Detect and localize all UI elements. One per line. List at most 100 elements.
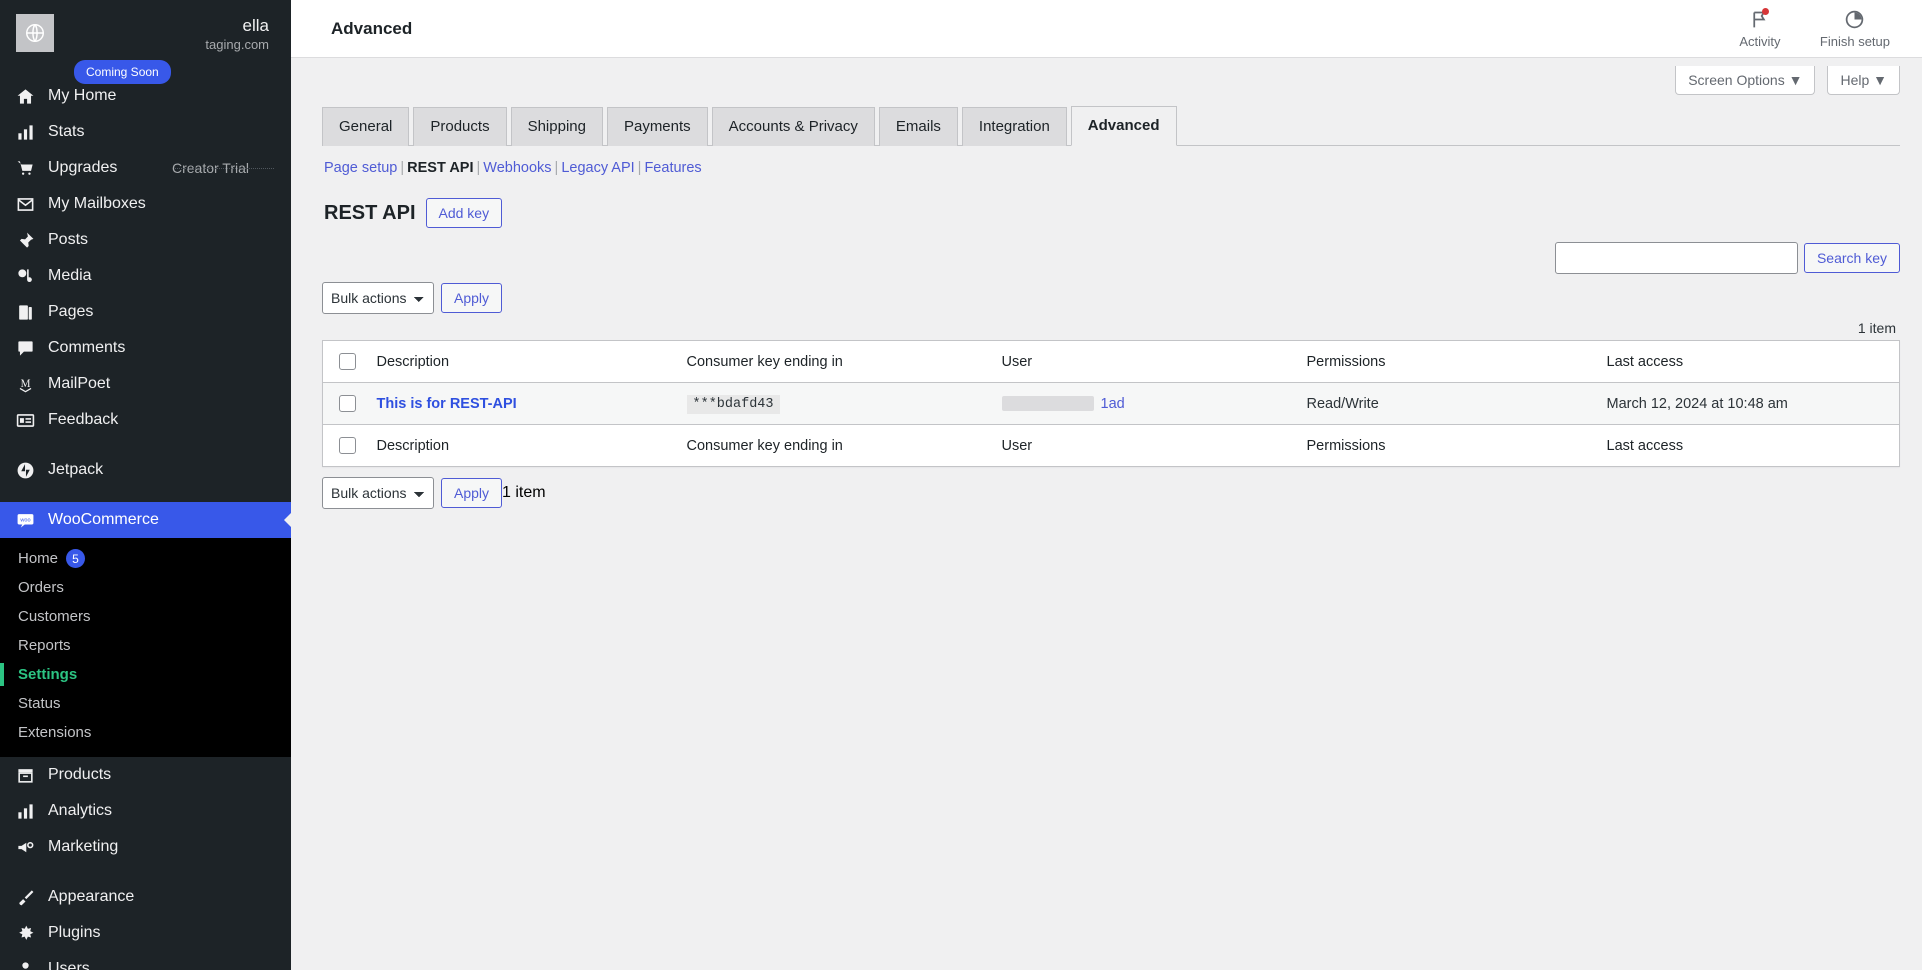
sidebar-item-label: Stats (48, 123, 277, 141)
sidebar-item-label: Feedback (48, 411, 277, 429)
submenu-label: Reports (18, 637, 71, 654)
main-area: Advanced Activity (291, 0, 1922, 970)
sidebar-item-my-mailboxes[interactable]: My Mailboxes (0, 186, 291, 222)
sidebar-item-label: Products (48, 766, 277, 784)
submenu-label: Extensions (18, 724, 91, 741)
subnav-separator: | (397, 160, 407, 176)
sidebar-item-products[interactable]: Products (0, 757, 291, 793)
sidebar-item-appearance[interactable]: Appearance (0, 879, 291, 915)
submenu-label: Orders (18, 579, 64, 596)
user-link[interactable]: 1ad (1101, 396, 1125, 412)
sidebar-item-plugins[interactable]: Plugins (0, 915, 291, 951)
subnav-separator: | (635, 160, 645, 176)
column-description[interactable]: Description (367, 341, 677, 383)
redacted-username (1002, 396, 1094, 411)
rest-api-keys-table: Description Consumer key ending in User … (322, 340, 1900, 467)
sidebar-item-label: My Mailboxes (48, 195, 277, 213)
subnav-separator: | (474, 160, 484, 176)
activity-button[interactable]: Activity (1730, 9, 1790, 49)
svg-text:M: M (20, 377, 30, 389)
submenu-item-reports[interactable]: Reports (0, 631, 291, 660)
key-description-link[interactable]: This is for REST-API (377, 396, 517, 412)
sidebar-item-upgrades[interactable]: Upgrades Creator Trial (0, 150, 291, 186)
tablenav-top: Bulk actions Revoke Apply (322, 274, 1900, 314)
sidebar-item-marketing[interactable]: Marketing (0, 829, 291, 865)
globe-icon (16, 14, 54, 52)
search-row: Search key (322, 228, 1900, 274)
search-key-button[interactable]: Search key (1804, 243, 1900, 273)
tab-integration[interactable]: Integration (962, 107, 1067, 146)
sidebar-item-analytics[interactable]: Analytics (0, 793, 291, 829)
row-select-cell (323, 383, 367, 425)
subnav-item-features[interactable]: Features (644, 160, 701, 176)
submenu-item-settings[interactable]: Settings (0, 660, 291, 689)
bulk-actions-select-top[interactable]: Bulk actions Revoke (322, 282, 434, 314)
sidebar-item-label: Jetpack (48, 461, 277, 479)
tab-payments[interactable]: Payments (607, 107, 708, 146)
page-title: Advanced (331, 19, 412, 39)
help-button[interactable]: Help ▼ (1827, 66, 1900, 95)
finish-setup-button[interactable]: Finish setup (1820, 9, 1890, 49)
screen-options-row: Screen Options ▼ Help ▼ (291, 58, 1922, 95)
sidebar-item-label: Upgrades (48, 159, 160, 177)
search-input[interactable] (1555, 242, 1798, 274)
tab-emails[interactable]: Emails (879, 107, 958, 146)
bulk-actions-select-bottom[interactable]: Bulk actions Revoke (322, 477, 434, 509)
subnav-item-page-setup[interactable]: Page setup (324, 160, 397, 176)
sidebar-item-pages[interactable]: Pages (0, 294, 291, 330)
section-title: REST API (324, 202, 416, 225)
tab-general[interactable]: General (322, 107, 409, 146)
sidebar-item-media[interactable]: Media (0, 258, 291, 294)
menu-separator (0, 438, 291, 452)
submenu-item-orders[interactable]: Orders (0, 573, 291, 602)
tab-accounts-privacy[interactable]: Accounts & Privacy (712, 107, 875, 146)
footer-column-description[interactable]: Description (367, 425, 677, 467)
submenu-item-customers[interactable]: Customers (0, 602, 291, 631)
sidebar-item-posts[interactable]: Posts (0, 222, 291, 258)
submenu-item-status[interactable]: Status (0, 689, 291, 718)
pages-icon (14, 303, 36, 322)
sidebar-item-comments[interactable]: Comments (0, 330, 291, 366)
apply-button-bottom[interactable]: Apply (441, 478, 502, 508)
megaphone-icon (14, 838, 36, 857)
subnav-item-rest-api[interactable]: REST API (407, 160, 473, 176)
sidebar-item-jetpack[interactable]: Jetpack (0, 452, 291, 488)
sidebar-item-my-home[interactable]: My Home (0, 78, 291, 114)
table-header-row: Description Consumer key ending in User … (323, 341, 1900, 383)
sidebar-item-woocommerce[interactable]: woo WooCommerce (0, 502, 291, 538)
submenu-item-home[interactable]: Home 5 (0, 544, 291, 573)
row-checkbox[interactable] (339, 395, 356, 412)
site-url: taging.com (66, 36, 275, 54)
brush-icon (14, 888, 36, 907)
select-all-checkbox-bottom[interactable] (339, 437, 356, 454)
add-key-button[interactable]: Add key (426, 198, 503, 228)
table-body: This is for REST-API ***bdafd43 1ad Read… (323, 383, 1900, 425)
footer-column-permissions: Permissions (1297, 425, 1597, 467)
jetpack-icon (14, 461, 36, 480)
submenu-item-extensions[interactable]: Extensions (0, 718, 291, 747)
submenu-label: Status (18, 695, 61, 712)
screen-options-label: Screen Options (1688, 72, 1785, 88)
site-card[interactable]: ella taging.com Coming Soon (0, 0, 291, 78)
sidebar-item-users[interactable]: Users (0, 951, 291, 970)
tab-advanced[interactable]: Advanced (1071, 106, 1177, 146)
sidebar-item-feedback[interactable]: Feedback (0, 402, 291, 438)
sidebar-item-mailpoet[interactable]: M MailPoet (0, 366, 291, 402)
subnav-item-legacy-api[interactable]: Legacy API (561, 160, 634, 176)
footer-column-consumer-key: Consumer key ending in (677, 425, 992, 467)
table-head: Description Consumer key ending in User … (323, 341, 1900, 383)
envelope-icon (14, 195, 36, 214)
comment-icon (14, 339, 36, 358)
tab-products[interactable]: Products (413, 107, 506, 146)
settings-tabs: General Products Shipping Payments Accou… (322, 105, 1900, 146)
chevron-down-icon: ▼ (1873, 72, 1887, 88)
tab-shipping[interactable]: Shipping (511, 107, 603, 146)
subnav-item-webhooks[interactable]: Webhooks (483, 160, 551, 176)
table-row[interactable]: This is for REST-API ***bdafd43 1ad Read… (323, 383, 1900, 425)
sidebar-item-stats[interactable]: Stats (0, 114, 291, 150)
select-all-checkbox-top[interactable] (339, 353, 356, 370)
screen-options-button[interactable]: Screen Options ▼ (1675, 66, 1815, 95)
plugin-icon (14, 924, 36, 943)
apply-button-top[interactable]: Apply (441, 283, 502, 313)
cart-icon (14, 159, 36, 178)
